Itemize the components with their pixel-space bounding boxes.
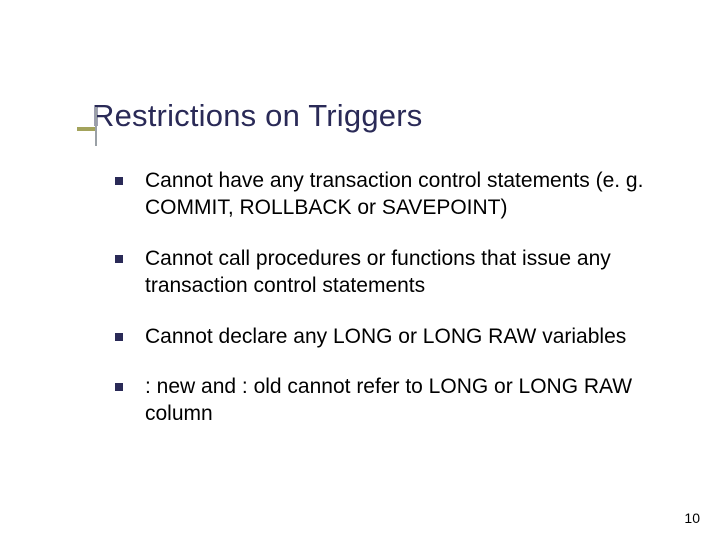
page-number: 10 (684, 510, 700, 526)
bullet-text: : new and : old cannot refer to LONG or … (145, 374, 655, 428)
bullet-list: Cannot have any transaction control stat… (115, 168, 655, 452)
square-bullet-icon (115, 333, 123, 341)
bullet-text: Cannot declare any LONG or LONG RAW vari… (145, 324, 655, 351)
bullet-text: Cannot have any transaction control stat… (145, 168, 655, 222)
bullet-text: Cannot call procedures or functions that… (145, 246, 655, 300)
list-item: : new and : old cannot refer to LONG or … (115, 374, 655, 428)
square-bullet-icon (115, 383, 123, 391)
title-accent-bar (77, 127, 95, 131)
title-block: Restrictions on Triggers (92, 98, 652, 134)
square-bullet-icon (115, 255, 123, 263)
square-bullet-icon (115, 177, 123, 185)
list-item: Cannot call procedures or functions that… (115, 246, 655, 300)
list-item: Cannot have any transaction control stat… (115, 168, 655, 222)
slide: Restrictions on Triggers Cannot have any… (0, 0, 720, 540)
title-vertical-rule (95, 107, 97, 146)
slide-title: Restrictions on Triggers (92, 98, 652, 134)
list-item: Cannot declare any LONG or LONG RAW vari… (115, 324, 655, 351)
